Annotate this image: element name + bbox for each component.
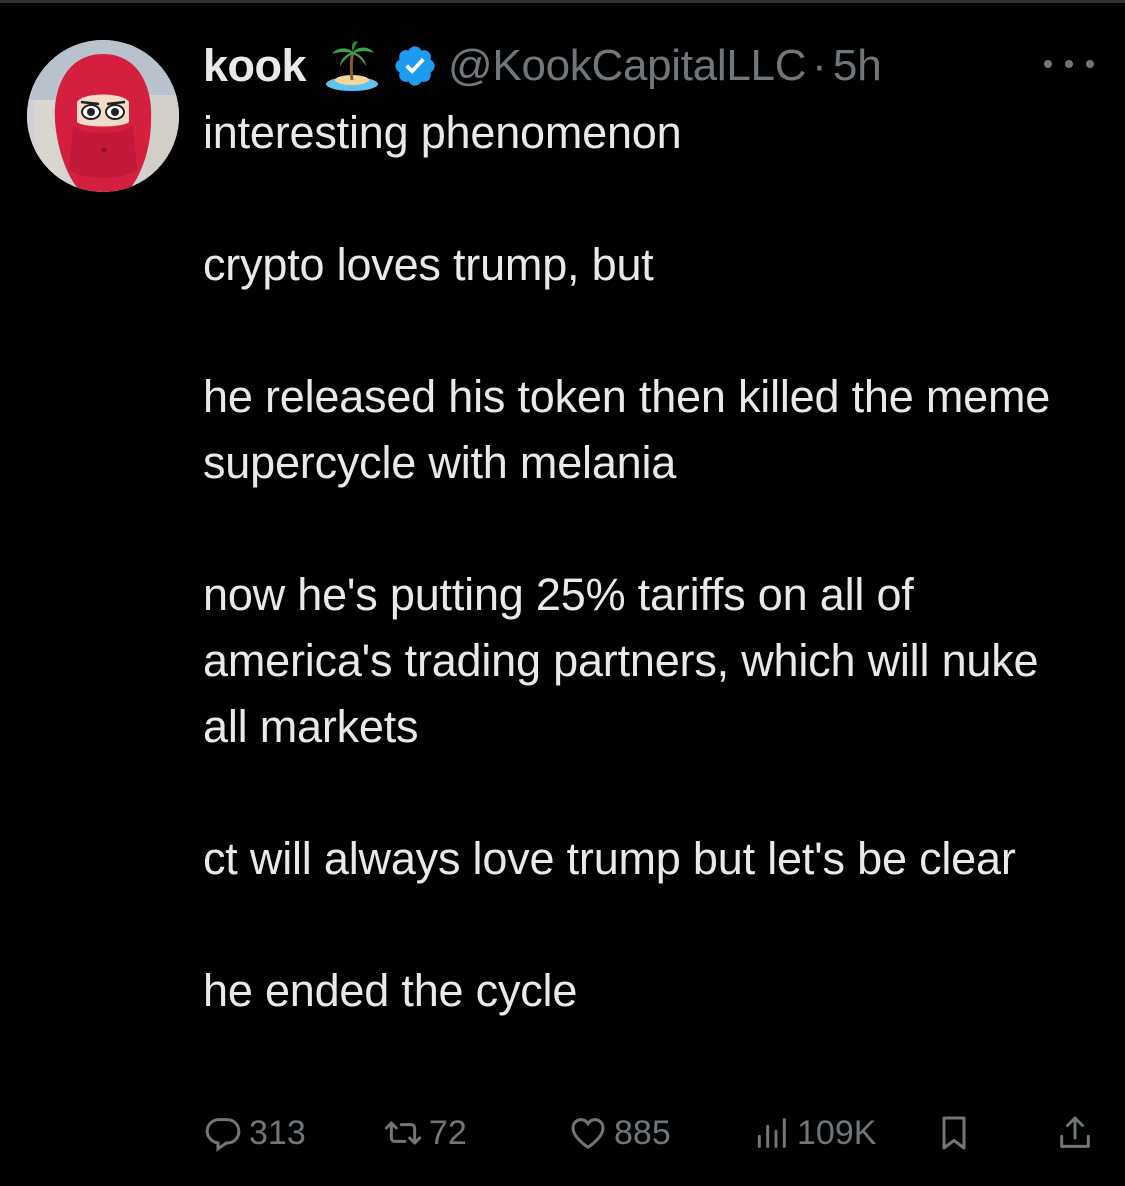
more-dot	[1086, 60, 1094, 68]
heart-icon	[571, 1118, 605, 1149]
tweet-header: kook @KookCapitalLLC · 5h	[203, 36, 882, 96]
more-dot	[1044, 60, 1052, 68]
tweet-paragraph: ct will always love trump but let's be c…	[203, 833, 1016, 884]
tweet-actions: 313 72 885 109K	[203, 1105, 1093, 1161]
share-button[interactable]	[1055, 1105, 1095, 1161]
separator-dot: ·	[812, 41, 827, 90]
tweet-paragraph: crypto loves trump, but	[203, 239, 654, 290]
views-button[interactable]: 109K	[751, 1105, 876, 1161]
tweet-paragraph: he released his token then killed the me…	[203, 371, 1051, 488]
top-divider	[0, 0, 1125, 3]
avatar[interactable]	[27, 40, 179, 192]
analytics-icon	[757, 1118, 786, 1148]
more-dot	[1065, 60, 1073, 68]
tweet-paragraph: interesting phenomenon	[203, 107, 682, 158]
repost-icon	[384, 1121, 422, 1145]
like-count: 885	[614, 1113, 671, 1152]
avatar-image	[27, 40, 179, 192]
verified-badge-icon[interactable]	[392, 43, 438, 89]
display-name[interactable]: kook	[203, 40, 307, 92]
bookmark-icon	[942, 1116, 966, 1150]
repost-count: 72	[429, 1113, 467, 1152]
reply-button[interactable]: 313	[203, 1105, 306, 1161]
island-emoji-icon	[324, 40, 380, 92]
like-button[interactable]: 885	[568, 1105, 671, 1161]
tweet-paragraph: he ended the cycle	[203, 965, 578, 1016]
reply-count: 313	[249, 1113, 306, 1152]
view-count: 109K	[797, 1113, 877, 1152]
tweet-paragraph: now he's putting 25% tariffs on all of a…	[203, 569, 1039, 752]
tweet-text: interesting phenomenon crypto loves trum…	[203, 100, 1083, 1024]
reply-icon	[205, 1118, 241, 1152]
more-options-icon[interactable]	[1044, 52, 1094, 76]
share-icon	[1060, 1116, 1090, 1148]
repost-button[interactable]: 72	[383, 1105, 467, 1161]
author-handle[interactable]: @KookCapitalLLC	[448, 41, 806, 91]
tweet-timestamp[interactable]: 5h	[833, 41, 882, 91]
bookmark-button[interactable]	[934, 1105, 974, 1161]
